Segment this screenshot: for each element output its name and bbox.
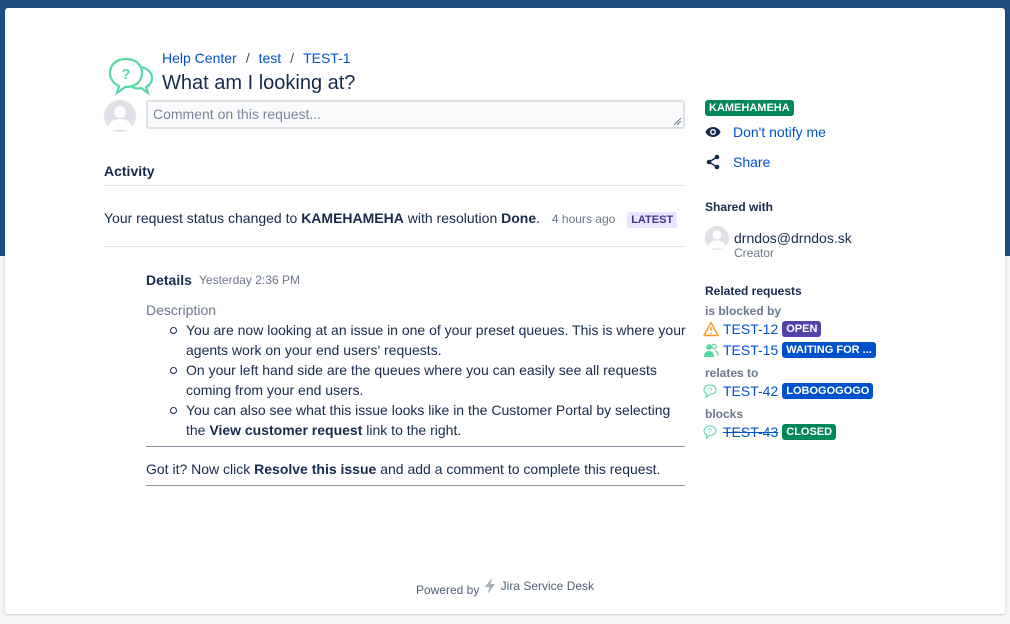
latest-badge: LATEST: [627, 212, 678, 228]
resolution-value: Done: [501, 210, 537, 226]
status-change-entry: Your request status changed to KAMEHAMEH…: [104, 210, 678, 228]
svg-text:?: ?: [708, 429, 712, 436]
breadcrumb-issue[interactable]: TEST-1: [303, 50, 350, 66]
breadcrumb-project[interactable]: test: [259, 50, 282, 66]
divider: [104, 246, 685, 247]
help-icon: ?: [703, 384, 717, 399]
footer: Powered by Jira Service Desk: [5, 578, 1005, 597]
page-title: What am I looking at?: [162, 72, 356, 94]
shared-with-heading: Shared with: [705, 200, 774, 214]
related-request-key[interactable]: TEST-42: [723, 383, 778, 399]
details-heading: Details: [146, 272, 192, 288]
breadcrumb-separator: /: [290, 50, 295, 66]
relation-label: relates to: [705, 366, 759, 380]
related-request-item[interactable]: TEST-15 WAITING FOR ...: [703, 342, 876, 358]
request-status-badge: KAMEHAMEHA: [705, 100, 794, 116]
user-avatar: [104, 100, 136, 132]
instruction-suffix: and add a comment to complete this reque…: [376, 461, 661, 477]
related-requests-heading: Related requests: [705, 284, 802, 298]
comment-placeholder: Comment on this request...: [153, 106, 322, 122]
help-center-icon: ?: [108, 57, 154, 96]
svg-text:?: ?: [708, 388, 712, 395]
breadcrumb-separator: /: [245, 50, 250, 66]
status-value: KAMEHAMEHA: [301, 210, 404, 226]
share-label[interactable]: Share: [733, 154, 770, 170]
jira-service-desk-logo-icon: [484, 578, 495, 594]
activity-heading: Activity: [104, 163, 155, 179]
request-card: ? Help Center / test / TEST-1 What am I …: [5, 8, 1005, 614]
eye-icon: [705, 127, 721, 137]
avatar-icon: [108, 106, 132, 130]
relation-label: is blocked by: [705, 304, 782, 318]
divider: [146, 485, 685, 486]
notify-toggle[interactable]: Don't notify me: [705, 124, 826, 140]
svg-text:?: ?: [121, 66, 130, 83]
list-item-text: link to the right.: [362, 422, 462, 438]
list-item: You are now looking at an issue in one o…: [168, 320, 688, 360]
related-request-key[interactable]: TEST-15: [723, 342, 778, 358]
related-request-key[interactable]: TEST-43: [723, 424, 778, 440]
description-list: You are now looking at an issue in one o…: [168, 320, 688, 440]
status-text-middle: with resolution: [403, 210, 502, 226]
related-status-badge: LOBOGOGOGO: [782, 383, 874, 399]
related-status-badge: WAITING FOR ...: [782, 342, 876, 358]
breadcrumb: Help Center / test / TEST-1: [162, 50, 351, 66]
share-button[interactable]: Share: [705, 154, 770, 170]
status-text-prefix: Your request status changed to: [104, 210, 302, 226]
notify-label[interactable]: Don't notify me: [733, 124, 826, 140]
instruction-prefix: Got it? Now click: [146, 461, 255, 477]
status-text-suffix: .: [536, 210, 541, 226]
list-item: On your left hand side are the queues wh…: [168, 360, 688, 400]
users-icon: [704, 343, 719, 357]
instruction-bold: Resolve this issue: [254, 461, 377, 477]
list-item-bold: View customer request: [209, 422, 363, 438]
related-request-item[interactable]: TEST-12 OPEN: [703, 321, 822, 337]
related-request-item[interactable]: ? TEST-42 LOBOGOGOGO: [703, 383, 874, 399]
warning-icon: [703, 321, 719, 337]
powered-by-label: Powered by: [415, 583, 480, 597]
creator-role: Creator: [734, 246, 775, 260]
divider: [104, 185, 685, 186]
activity-time: 4 hours ago: [551, 212, 616, 226]
related-request-key[interactable]: TEST-12: [723, 321, 778, 337]
resize-grip-icon[interactable]: [673, 117, 681, 125]
breadcrumb-help-center[interactable]: Help Center: [162, 50, 237, 66]
creator-email: drndos@drndos.sk: [734, 230, 852, 246]
help-icon: ?: [703, 425, 717, 440]
description-label: Description: [146, 302, 217, 318]
relation-label: blocks: [705, 407, 744, 421]
related-status-badge: OPEN: [782, 321, 822, 337]
comment-input[interactable]: Comment on this request...: [146, 100, 685, 129]
share-icon: [706, 154, 720, 170]
product-brand[interactable]: Jira Service Desk: [483, 578, 594, 594]
related-request-item[interactable]: ? TEST-43 CLOSED: [703, 424, 837, 440]
creator-avatar: [705, 226, 729, 250]
avatar-icon: [708, 230, 726, 249]
list-item: You can also see what this issue looks l…: [168, 400, 688, 440]
instruction-text: Got it? Now click Resolve this issue and…: [146, 461, 660, 477]
related-status-badge: CLOSED: [782, 424, 837, 440]
product-name: Jira Service Desk: [500, 579, 595, 593]
divider: [146, 446, 685, 447]
details-time: Yesterday 2:36 PM: [199, 273, 300, 287]
